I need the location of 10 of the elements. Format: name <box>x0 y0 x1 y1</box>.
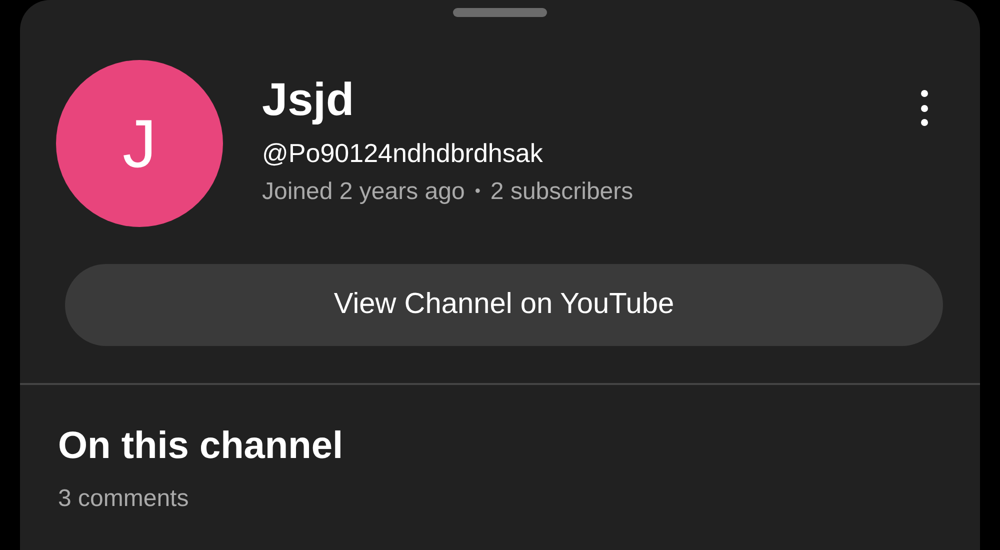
channel-handle: @Po90124ndhdbrdhsak <box>262 140 544 166</box>
avatar: J <box>56 60 223 227</box>
joined-date: Joined 2 years ago <box>262 180 465 204</box>
comment-count: 3 comments <box>58 487 190 511</box>
section-title: On this channel <box>58 427 344 465</box>
channel-name: Jsjd <box>262 76 356 122</box>
subscriber-count: 2 subscribers <box>490 180 634 204</box>
drag-handle[interactable] <box>453 8 547 17</box>
separator-dot: • <box>474 184 480 200</box>
view-channel-button[interactable]: View Channel on YouTube <box>65 264 943 346</box>
